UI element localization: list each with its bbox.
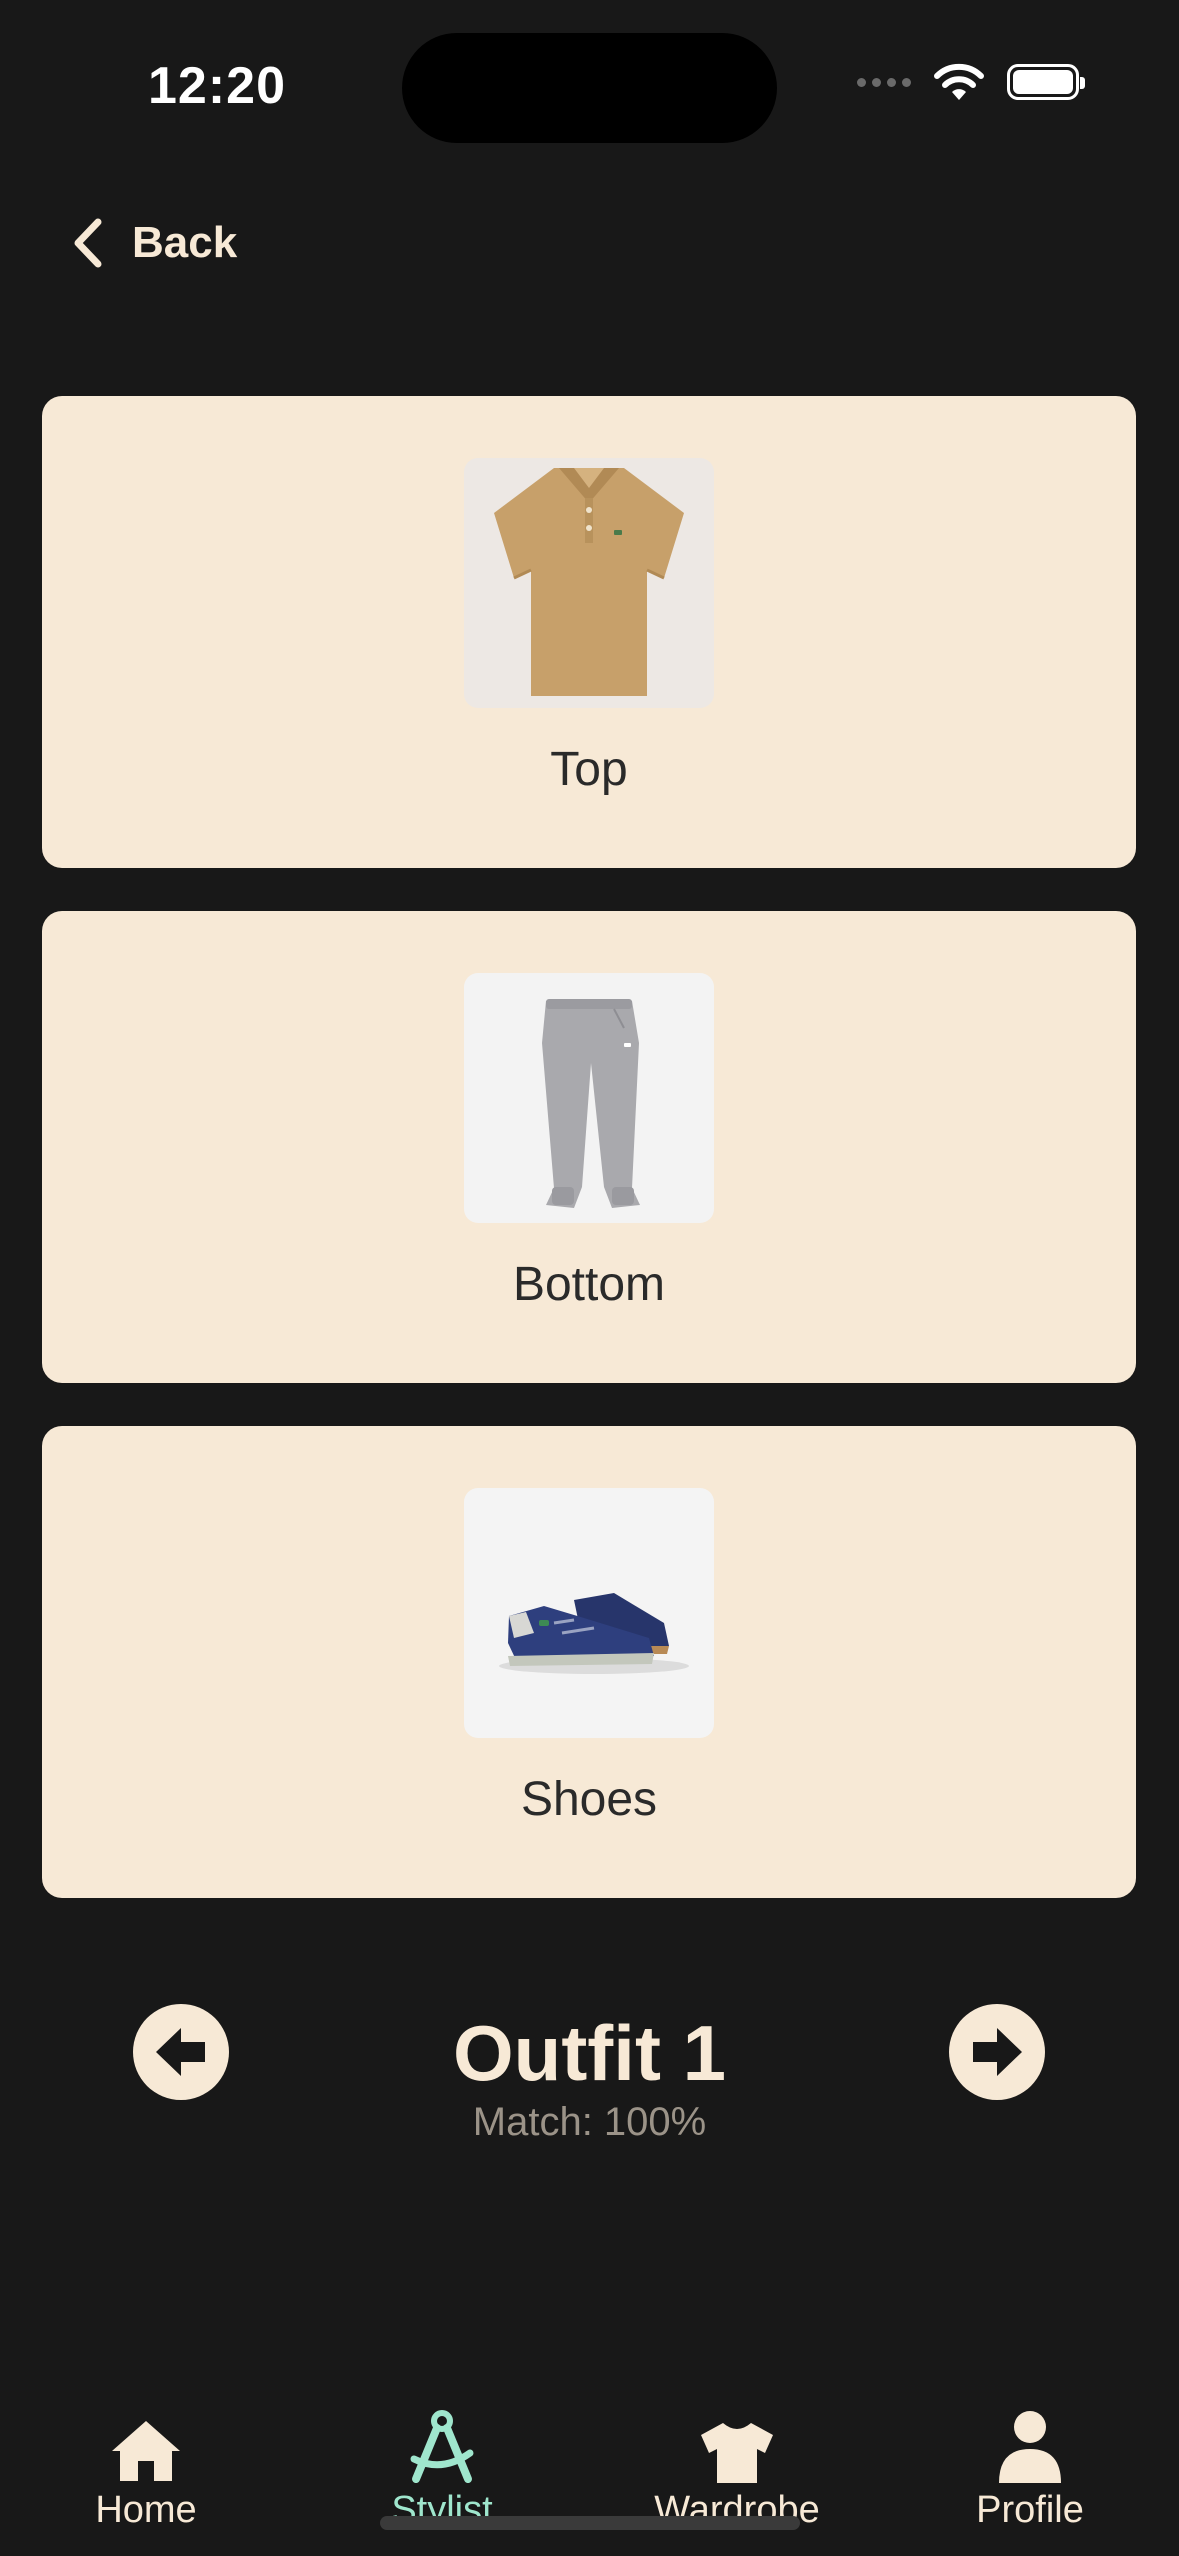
- tab-stylist[interactable]: Stylist: [322, 2405, 562, 2532]
- match-score: Match: 100%: [472, 2100, 707, 2144]
- shoes-label: Shoes: [520, 1773, 658, 1826]
- outfit-card-shoes[interactable]: Shoes: [42, 1426, 1136, 1898]
- dynamic-island: [402, 33, 777, 143]
- tab-home-label: Home: [95, 2489, 197, 2531]
- back-button[interactable]: Back: [70, 218, 237, 268]
- wifi-icon: [934, 63, 984, 100]
- next-outfit-button[interactable]: [949, 2004, 1045, 2100]
- tab-home[interactable]: Home: [26, 2405, 266, 2532]
- chevron-left-icon: [74, 218, 102, 268]
- tshirt-icon: [701, 2423, 773, 2483]
- outfit-card-bottom[interactable]: Bottom: [42, 911, 1136, 1383]
- tab-profile[interactable]: Profile: [910, 2405, 1150, 2532]
- home-icon: [112, 2421, 180, 2481]
- tab-wardrobe[interactable]: Wardrobe: [617, 2405, 857, 2532]
- battery-icon: [1007, 64, 1085, 100]
- back-label: Back: [132, 218, 238, 267]
- home-indicator: [380, 2516, 800, 2530]
- bottom-label: Bottom: [512, 1258, 666, 1311]
- arrow-right-icon: [973, 2028, 1022, 2076]
- status-icons: [857, 62, 1085, 102]
- status-time: 12:20: [148, 57, 286, 115]
- shoes-item-image: [464, 1488, 714, 1738]
- top-label: Top: [550, 743, 628, 796]
- top-item-image: [464, 458, 714, 708]
- outfit-card-top[interactable]: Top: [42, 396, 1136, 868]
- cellular-signal-icon: [857, 77, 911, 87]
- tab-profile-label: Profile: [976, 2489, 1084, 2531]
- compass-icon: [410, 2410, 474, 2483]
- person-icon: [999, 2411, 1061, 2483]
- bottom-item-image: [464, 973, 714, 1223]
